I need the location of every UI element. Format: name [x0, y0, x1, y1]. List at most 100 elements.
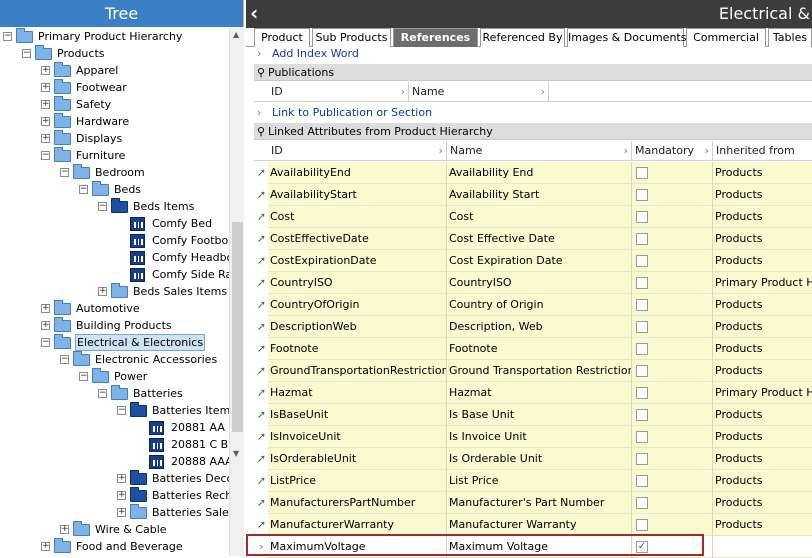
- collapse-icon[interactable]: −: [117, 406, 126, 415]
- table-row[interactable]: ➚ DescriptionWeb Description, Web Products: [254, 316, 812, 338]
- tree-scrollbar[interactable]: ▲ ▼: [229, 27, 244, 556]
- tree-node-label[interactable]: Beds: [113, 181, 142, 198]
- cell-name[interactable]: Country of Origin: [447, 294, 632, 316]
- cell-id[interactable]: DescriptionWeb: [268, 316, 447, 338]
- cell-inherited-from[interactable]: Products: [713, 426, 812, 448]
- mandatory-checkbox[interactable]: [636, 321, 648, 333]
- tree-node-label[interactable]: Comfy Headboa: [151, 249, 229, 266]
- cell-inherited-from[interactable]: [713, 536, 812, 558]
- tree-node-label[interactable]: Power: [113, 368, 148, 385]
- collapse-icon[interactable]: −: [98, 389, 107, 398]
- mandatory-checkbox[interactable]: [636, 431, 648, 443]
- table-row[interactable]: ➚ ManufacturersPartNumber Manufacturer's P…: [254, 492, 812, 514]
- tree-node-label[interactable]: Comfy Bed: [151, 215, 213, 232]
- mandatory-checkbox[interactable]: [636, 453, 648, 465]
- table-row[interactable]: ➚ IsBaseUnit Is Base Unit Products: [254, 404, 812, 426]
- mandatory-checkbox[interactable]: [636, 343, 648, 355]
- mandatory-checkbox[interactable]: [636, 299, 648, 311]
- cell-inherited-from[interactable]: Products: [713, 404, 812, 426]
- expand-icon[interactable]: +: [117, 508, 126, 517]
- table-row[interactable]: ➚ ListPrice List Price Products: [254, 470, 812, 492]
- tree-node-label[interactable]: Footwear: [75, 79, 128, 96]
- cell-id[interactable]: CostExpirationDate: [268, 250, 447, 272]
- tree-node-label[interactable]: Building Products: [75, 317, 173, 334]
- collapse-icon[interactable]: −: [22, 49, 31, 58]
- cell-name[interactable]: List Price: [447, 470, 632, 492]
- tree-node-label[interactable]: Food and Beverage: [75, 538, 184, 555]
- collapse-icon[interactable]: −: [3, 32, 12, 41]
- collapse-icon[interactable]: −: [98, 202, 107, 211]
- cell-inherited-from[interactable]: Products: [713, 338, 812, 360]
- cell-name[interactable]: Ground Transportation Restrictions: [447, 360, 632, 382]
- table-row[interactable]: ➚ Cost Cost Products: [254, 206, 812, 228]
- cell-id[interactable]: GroundTransportationRestrictions: [268, 360, 447, 382]
- column-header-id[interactable]: ID ›: [268, 141, 447, 161]
- cell-id[interactable]: IsBaseUnit: [268, 404, 447, 426]
- collapse-icon[interactable]: −: [79, 185, 88, 194]
- cell-name[interactable]: CountryISO: [447, 272, 632, 294]
- mandatory-checkbox[interactable]: [636, 255, 648, 267]
- tab-sub-products[interactable]: Sub Products: [312, 28, 391, 47]
- column-header-name[interactable]: Name ›: [409, 82, 549, 102]
- collapse-icon[interactable]: −: [60, 168, 69, 177]
- cell-inherited-from[interactable]: Products: [713, 360, 812, 382]
- expand-icon[interactable]: +: [41, 66, 50, 75]
- publications-section-header[interactable]: ⚲ Publications: [254, 64, 812, 81]
- tab-commercial[interactable]: Commercial: [686, 28, 766, 47]
- tree-node-label[interactable]: Electronic Accessories: [94, 351, 218, 368]
- expand-icon[interactable]: +: [41, 321, 50, 330]
- cell-name[interactable]: Is Base Unit: [447, 404, 632, 426]
- cell-name[interactable]: Availability Start: [447, 184, 632, 206]
- tree-node-label[interactable]: 20881 AA Ba: [170, 419, 229, 436]
- cell-id[interactable]: AvailabilityStart: [268, 184, 447, 206]
- expand-icon[interactable]: +: [41, 134, 50, 143]
- mandatory-checkbox[interactable]: [636, 497, 648, 509]
- cell-id[interactable]: ManufacturerWarranty: [268, 514, 447, 536]
- linked-attributes-section-header[interactable]: ⚲ Linked Attributes from Product Hierarc…: [254, 123, 812, 140]
- tree-node-label[interactable]: Batteries Items: [151, 402, 229, 419]
- link-to-publication[interactable]: › Link to Publication or Section: [254, 105, 812, 121]
- scroll-up-icon[interactable]: ▲: [233, 30, 239, 39]
- cell-inherited-from[interactable]: Primary Product Hier: [713, 382, 812, 404]
- tree-node-label[interactable]: Automotive: [75, 300, 141, 317]
- table-row[interactable]: ➚ AvailabilityStart Availability Start Prod…: [254, 184, 812, 206]
- cell-inherited-from[interactable]: Products: [713, 250, 812, 272]
- cell-name[interactable]: Manufacturer's Part Number: [447, 492, 632, 514]
- tree-node-label[interactable]: 20881 C Bat: [170, 436, 229, 453]
- tab-references[interactable]: References: [393, 28, 478, 47]
- pin-icon[interactable]: ⚲: [257, 123, 265, 140]
- table-row[interactable]: ➚ AvailabilityEnd Availability End Products: [254, 162, 812, 184]
- cell-id[interactable]: CountryOfOrigin: [268, 294, 447, 316]
- cell-inherited-from[interactable]: Products: [713, 294, 812, 316]
- mandatory-checkbox[interactable]: [636, 409, 648, 421]
- cell-name[interactable]: Manufacturer Warranty: [447, 514, 632, 536]
- cell-id[interactable]: Hazmat: [268, 382, 447, 404]
- cell-name[interactable]: Cost Effective Date: [447, 228, 632, 250]
- tab-tables[interactable]: Tables: [768, 28, 812, 47]
- tree-node-label[interactable]: Batteries: [132, 385, 184, 402]
- expand-icon[interactable]: +: [41, 117, 50, 126]
- expand-icon[interactable]: +: [41, 304, 50, 313]
- collapse-icon[interactable]: −: [41, 338, 50, 347]
- mandatory-checkbox[interactable]: [636, 277, 648, 289]
- tab-product[interactable]: Product: [254, 28, 310, 47]
- cell-inherited-from[interactable]: Products: [713, 184, 812, 206]
- tree-node-label[interactable]: Safety: [75, 96, 112, 113]
- cell-name[interactable]: Hazmat: [447, 382, 632, 404]
- cell-id[interactable]: Footnote: [268, 338, 447, 360]
- cell-inherited-from[interactable]: Products: [713, 316, 812, 338]
- expand-icon[interactable]: +: [41, 100, 50, 109]
- cell-inherited-from[interactable]: Products: [713, 470, 812, 492]
- cell-name[interactable]: Cost: [447, 206, 632, 228]
- tree-node-label[interactable]: Wire & Cable: [94, 521, 168, 538]
- cell-name[interactable]: Is Orderable Unit: [447, 448, 632, 470]
- cell-name[interactable]: Footnote: [447, 338, 632, 360]
- tree-node-label[interactable]: Hardware: [75, 113, 130, 130]
- cell-id[interactable]: IsInvoiceUnit: [268, 426, 447, 448]
- table-row[interactable]: ➚ ManufacturerWarranty Manufacturer Warran…: [254, 514, 812, 536]
- cell-id[interactable]: ManufacturersPartNumber: [268, 492, 447, 514]
- table-row[interactable]: ➚ Footnote Footnote Products: [254, 338, 812, 360]
- tree-node-label[interactable]: Batteries Rechai: [151, 487, 229, 504]
- cell-inherited-from[interactable]: Products: [713, 448, 812, 470]
- table-row[interactable]: ➚ IsOrderableUnit Is Orderable Unit Product…: [254, 448, 812, 470]
